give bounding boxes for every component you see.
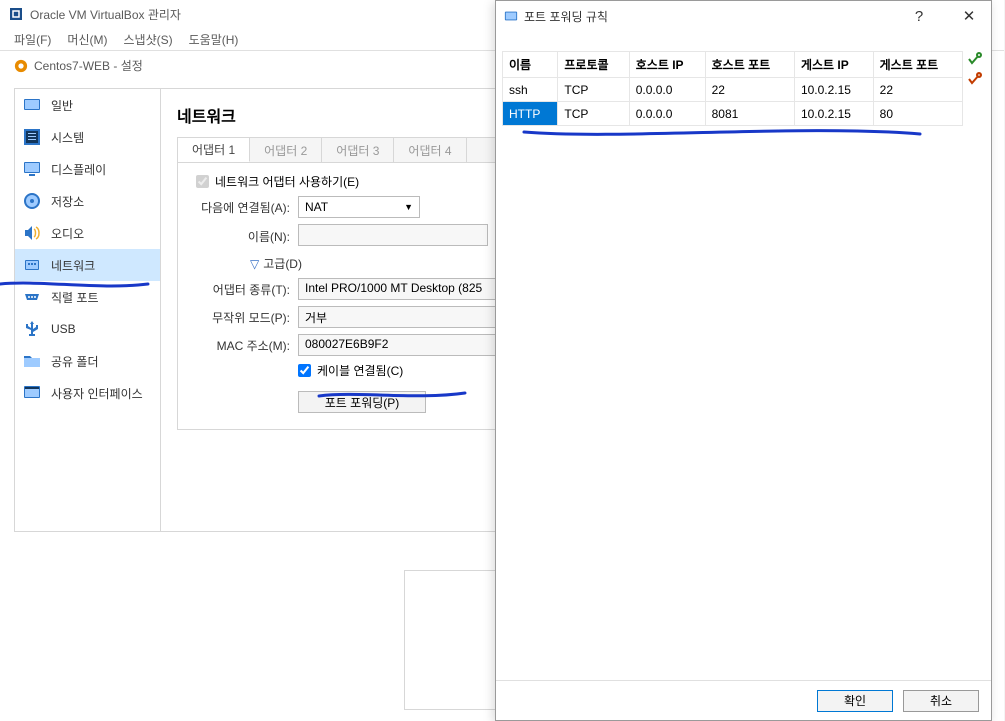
help-button[interactable]: ?: [897, 2, 941, 30]
menu-machine[interactable]: 머신(M): [67, 28, 107, 50]
cat-shared[interactable]: 공유 폴더: [15, 345, 160, 377]
add-rule-icon[interactable]: [966, 51, 982, 67]
cat-system[interactable]: 시스템: [15, 121, 160, 153]
close-button[interactable]: ✕: [947, 2, 991, 30]
promiscuous-combo[interactable]: 거부: [298, 306, 498, 328]
ok-button[interactable]: 확인: [817, 690, 893, 712]
system-icon: [23, 128, 41, 146]
usb-icon: [23, 320, 41, 338]
network-icon: [23, 256, 41, 274]
interface-icon: [23, 384, 41, 402]
cat-storage[interactable]: 저장소: [15, 185, 160, 217]
caret-down-icon: ▼: [404, 202, 413, 212]
tab-adapter-3[interactable]: 어댑터 3: [322, 138, 394, 162]
network-card-icon: [504, 9, 518, 23]
tab-adapter-2[interactable]: 어댑터 2: [250, 138, 322, 162]
mac-label: MAC 주소(M):: [190, 337, 298, 354]
cat-ui[interactable]: 사용자 인터페이스: [15, 377, 160, 409]
adapter-type-combo[interactable]: Intel PRO/1000 MT Desktop (825: [298, 278, 498, 300]
gear-icon: [14, 59, 28, 73]
col-protocol[interactable]: 프로토콜: [558, 52, 629, 78]
port-forward-table[interactable]: 이름 프로토콜 호스트 IP 호스트 포트 게스트 IP 게스트 포트 ssh …: [502, 51, 963, 126]
menu-help[interactable]: 도움말(H): [189, 28, 239, 50]
cat-display[interactable]: 디스플레이: [15, 153, 160, 185]
adapter-type-label: 어댑터 종류(T):: [190, 281, 298, 298]
mac-input[interactable]: 080027E6B9F2: [298, 334, 498, 356]
category-list: 일반 시스템 디스플레이 저장소 오디오 네트워크: [15, 89, 161, 531]
general-icon: [23, 96, 41, 114]
cat-usb[interactable]: USB: [15, 313, 160, 345]
virtualbox-logo-icon: [10, 8, 22, 20]
menu-snapshot[interactable]: 스냅샷(S): [123, 28, 172, 50]
window-title: Oracle VM VirtualBox 관리자: [30, 6, 181, 23]
dialog-title: 포트 포워딩 규칙: [524, 8, 608, 25]
serial-icon: [23, 288, 41, 306]
cable-checkbox[interactable]: [298, 364, 311, 377]
enable-adapter-label: 네트워크 어댑터 사용하기(E): [215, 173, 359, 190]
dialog-footer: 확인 취소: [496, 680, 991, 720]
attached-label: 다음에 연결됨(A):: [190, 199, 298, 216]
storage-icon: [23, 192, 41, 210]
col-hostip[interactable]: 호스트 IP: [629, 52, 705, 78]
remove-rule-icon[interactable]: [966, 71, 982, 87]
tab-adapter-1[interactable]: 어댑터 1: [178, 138, 250, 162]
table-row[interactable]: HTTP TCP 0.0.0.0 8081 10.0.2.15 80: [503, 102, 963, 126]
display-icon: [23, 160, 41, 178]
table-row[interactable]: ssh TCP 0.0.0.0 22 10.0.2.15 22: [503, 78, 963, 102]
cable-label: 케이블 연결됨(C): [317, 362, 403, 379]
audio-icon: [23, 224, 41, 242]
folder-icon: [23, 352, 41, 370]
cancel-button[interactable]: 취소: [903, 690, 979, 712]
col-hostport[interactable]: 호스트 포트: [705, 52, 794, 78]
col-guestport[interactable]: 게스트 포트: [873, 52, 962, 78]
enable-adapter-checkbox[interactable]: [196, 175, 209, 188]
dialog-body: 이름 프로토콜 호스트 IP 호스트 포트 게스트 IP 게스트 포트 ssh …: [502, 51, 985, 676]
triangle-down-icon: ▽: [250, 257, 259, 271]
name-label: 이름(N):: [190, 228, 298, 245]
col-guestip[interactable]: 게스트 IP: [794, 52, 873, 78]
cat-network[interactable]: 네트워크: [15, 249, 160, 281]
cat-general[interactable]: 일반: [15, 89, 160, 121]
cat-audio[interactable]: 오디오: [15, 217, 160, 249]
tab-adapter-4[interactable]: 어댑터 4: [394, 138, 466, 162]
cat-serial[interactable]: 직렬 포트: [15, 281, 160, 313]
attached-combo[interactable]: NAT ▼: [298, 196, 420, 218]
col-name[interactable]: 이름: [503, 52, 558, 78]
table-header-row: 이름 프로토콜 호스트 IP 호스트 포트 게스트 IP 게스트 포트: [503, 52, 963, 78]
port-forwarding-dialog: 포트 포워딩 규칙 ? ✕ 이름 프로토콜 호스트 IP 호스트 포트 게스트 …: [495, 0, 992, 721]
promiscuous-label: 무작위 모드(P):: [190, 309, 298, 326]
port-forwarding-button[interactable]: 포트 포워딩(P): [298, 391, 426, 413]
dialog-titlebar: 포트 포워딩 규칙 ? ✕: [496, 1, 991, 31]
rule-side-buttons: [966, 51, 984, 87]
name-input[interactable]: [298, 224, 488, 246]
menu-file[interactable]: 파일(F): [14, 28, 51, 50]
settings-title: Centos7-WEB - 설정: [34, 57, 143, 74]
